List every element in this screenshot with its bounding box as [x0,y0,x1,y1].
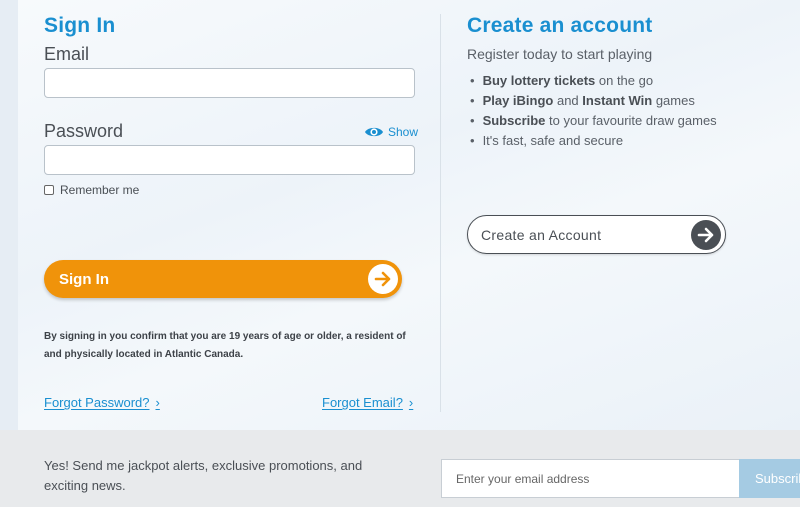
email-label: Email [44,44,90,64]
create-subtitle: Register today to start playing [467,46,653,62]
newsletter-text: Yes! Send me jackpot alerts, exclusive p… [44,458,363,493]
benefits-list: Buy lottery tickets on the go Play iBing… [470,72,717,152]
left-edge-strip [0,0,18,430]
remember-me[interactable]: Remember me [44,183,139,197]
chevron-right-icon: › [408,395,414,410]
newsletter-email-input[interactable] [441,459,739,498]
create-title: Create an account [467,14,653,37]
arrow-right-icon [691,219,721,250]
chevron-right-icon: › [155,395,160,410]
remember-checkbox[interactable] [44,185,54,195]
email-field[interactable] [44,68,415,98]
remember-label: Remember me [60,183,140,197]
arrow-right-icon [368,264,398,294]
list-item: It's fast, safe and secure [470,132,717,152]
signin-button[interactable]: Sign In [44,260,402,298]
subscribe-button[interactable]: Subscribe [739,459,800,498]
create-account-button[interactable]: Create an Account [467,215,726,254]
forgot-email-label: Forgot Email? [322,395,403,410]
show-password-toggle[interactable]: Show [364,125,418,139]
forgot-email-link[interactable]: Forgot Email? › [322,395,413,410]
list-item: Buy lottery tickets on the go [470,72,717,92]
password-field[interactable] [44,145,415,175]
column-divider [440,14,441,412]
eye-icon [365,127,383,137]
create-account-label: Create an Account [481,226,602,243]
list-item: Play iBingo and Instant Win games [470,92,717,112]
show-label: Show [388,125,419,139]
forgot-password-label: Forgot Password? [44,395,150,410]
forgot-password-link[interactable]: Forgot Password? › [44,395,160,410]
age-disclaimer: By signing in you confirm that you are 1… [44,331,406,360]
password-label: Password [44,121,124,141]
signin-button-label: Sign In [59,270,109,288]
signin-title: Sign In [44,14,116,37]
list-item: Subscribe to your favourite draw games [470,112,717,132]
